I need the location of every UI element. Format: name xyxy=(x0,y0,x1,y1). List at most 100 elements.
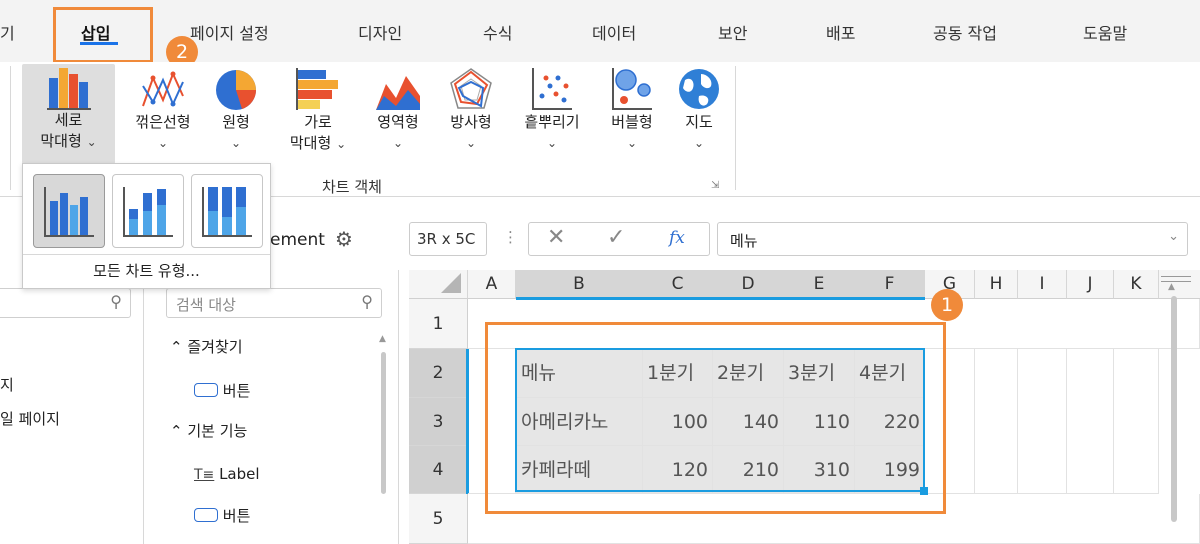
column-header[interactable]: B xyxy=(516,270,643,299)
chevron-down-icon: ⌄ xyxy=(86,135,97,149)
column-header[interactable]: K xyxy=(1114,270,1159,299)
globe-icon xyxy=(679,69,719,109)
label-component-icon: T≡ xyxy=(194,467,215,483)
formula-input[interactable]: 메뉴 ⌄ xyxy=(717,222,1188,256)
line-chart-icon xyxy=(142,71,184,107)
cell-empty[interactable] xyxy=(1067,349,1114,494)
chevron-down-icon: ⌄ xyxy=(626,136,638,150)
column-header[interactable]: I xyxy=(1018,270,1067,299)
pages-search-input[interactable]: ⚲ xyxy=(0,288,131,318)
row-header[interactable]: 5 xyxy=(409,494,468,544)
bubble-chart-label: 버블형 xyxy=(611,113,653,131)
tab-deploy[interactable]: 배포 xyxy=(826,20,855,44)
pie-chart-icon xyxy=(216,70,256,110)
tab-security[interactable]: 보안 xyxy=(718,20,747,44)
100-stacked-column-option[interactable] xyxy=(191,174,263,248)
tab-collaborate[interactable]: 공동 작업 xyxy=(933,20,997,44)
expand-icon[interactable]: ⌄ xyxy=(1168,229,1179,244)
name-box[interactable]: 3R x 5C xyxy=(409,222,487,256)
row-header[interactable]: 4 xyxy=(409,446,468,494)
page-item[interactable]: 일 페이지 xyxy=(0,408,60,429)
scatter-chart-button[interactable]: 흩뿌리기 ⌄ xyxy=(514,66,590,154)
basic-section[interactable]: ⌃ 기본 기능 xyxy=(170,420,247,441)
search-placeholder: 검색 대상 xyxy=(176,296,236,314)
scatter-chart-label: 흩뿌리기 xyxy=(524,113,580,131)
chart-group-label: 차트 객체 xyxy=(322,178,382,196)
bubble-chart-button[interactable]: 버블형 ⌄ xyxy=(600,66,664,154)
panel-divider xyxy=(398,270,399,544)
cell-empty[interactable] xyxy=(1018,349,1067,494)
scroll-up-arrow[interactable]: ▲ xyxy=(1168,282,1175,292)
select-all-corner[interactable] xyxy=(409,270,468,299)
component-label[interactable]: T≡ Label xyxy=(194,465,260,483)
tab-home[interactable]: 기 xyxy=(0,20,15,44)
name-box-value: 3R x 5C xyxy=(417,230,476,248)
tab-help[interactable]: 도움말 xyxy=(1083,20,1127,44)
column-header[interactable]: E xyxy=(784,270,855,299)
chevron-down-icon: ⌄ xyxy=(546,136,558,150)
components-scrollbar[interactable] xyxy=(381,352,386,494)
chevron-down-icon: ⌄ xyxy=(157,136,169,150)
chevron-down-icon: ⌄ xyxy=(392,136,404,150)
tab-formula[interactable]: 수식 xyxy=(483,20,512,44)
bubble-chart-icon xyxy=(612,68,652,110)
insert-tab-highlight xyxy=(53,7,153,63)
area-chart-button[interactable]: 영역형 ⌄ xyxy=(369,66,427,154)
scatter-chart-icon xyxy=(532,68,572,110)
map-chart-button[interactable]: 지도 ⌄ xyxy=(673,66,725,154)
gear-icon[interactable]: ⚙ xyxy=(335,227,353,251)
grid-scrollbar[interactable] xyxy=(1171,296,1177,522)
scroll-grip-icon[interactable] xyxy=(1161,276,1191,282)
search-icon: ⚲ xyxy=(361,292,373,311)
chevron-down-icon: ⌄ xyxy=(693,136,705,150)
column-header[interactable]: H xyxy=(975,270,1018,299)
stacked-column-icon xyxy=(123,187,173,237)
favorites-section[interactable]: ⌃ 즐겨찾기 xyxy=(170,336,243,357)
page-item[interactable]: 지 xyxy=(0,374,14,395)
row-header[interactable]: 2 xyxy=(409,349,468,398)
column-chart-button[interactable]: 세로 막대형 ⌄ xyxy=(22,64,115,164)
row-header[interactable]: 3 xyxy=(409,398,468,446)
row-header[interactable]: 1 xyxy=(409,299,468,349)
step-badge-1: 1 xyxy=(931,289,963,321)
scroll-up-arrow[interactable]: ▲ xyxy=(379,334,386,344)
all-chart-types-item[interactable]: 모든 차트 유형... xyxy=(23,260,270,281)
component-button-basic[interactable]: 버튼 xyxy=(194,505,250,526)
chevron-up-icon: ⌃ xyxy=(170,422,183,440)
component-label-text: Label xyxy=(219,465,260,483)
chevron-down-icon: ⌄ xyxy=(336,137,347,151)
percent-stacked-column-icon xyxy=(202,187,252,237)
column-header[interactable]: A xyxy=(468,270,516,299)
clustered-column-icon xyxy=(44,187,94,237)
component-button-label: 버튼 xyxy=(222,507,251,525)
tab-page-setup[interactable]: 페이지 설정 xyxy=(190,20,269,44)
components-search-input[interactable]: 검색 대상 ⚲ xyxy=(166,288,382,318)
tab-data[interactable]: 데이터 xyxy=(592,20,636,44)
column-header[interactable]: D xyxy=(713,270,784,299)
area-chart-icon xyxy=(376,76,420,110)
column-chart-icon xyxy=(46,68,91,110)
column-header[interactable]: J xyxy=(1067,270,1114,299)
pie-chart-button[interactable]: 원형 ⌄ xyxy=(207,66,265,154)
search-icon: ⚲ xyxy=(110,292,122,311)
bar-chart-button[interactable]: 가로 막대형 ⌄ xyxy=(279,66,357,155)
line-chart-button[interactable]: 꺾은선형 ⌄ xyxy=(125,66,201,154)
components-header: ement xyxy=(270,230,325,250)
tab-design[interactable]: 디자인 xyxy=(358,20,402,44)
radar-chart-button[interactable]: 방사형 ⌄ xyxy=(440,66,502,154)
cell-empty[interactable] xyxy=(1114,349,1159,494)
column-header[interactable]: F xyxy=(855,270,925,299)
more-vertical-icon[interactable]: ⋮ xyxy=(503,228,518,246)
confirm-icon[interactable]: ✓ xyxy=(607,225,625,250)
column-header[interactable]: C xyxy=(643,270,713,299)
cell-empty[interactable] xyxy=(975,349,1018,494)
stacked-column-option[interactable] xyxy=(112,174,184,248)
line-chart-label: 꺾은선형 xyxy=(135,113,191,131)
function-icon[interactable]: fx xyxy=(669,228,685,248)
cancel-icon[interactable]: ✕ xyxy=(547,225,565,250)
clustered-column-option[interactable] xyxy=(33,174,105,248)
component-button-fav[interactable]: 버튼 xyxy=(194,380,250,401)
group-launcher-icon[interactable]: ⇲ xyxy=(711,180,719,191)
map-chart-label: 지도 xyxy=(685,113,713,131)
chevron-up-icon: ⌃ xyxy=(170,338,183,356)
